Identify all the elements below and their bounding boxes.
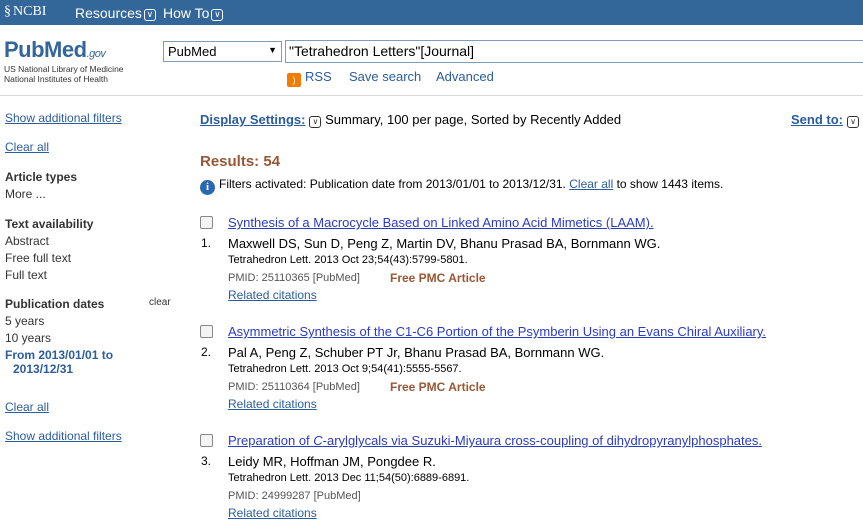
nlm-caption: US National Library of Medicine National…: [4, 64, 124, 84]
filter-5-years[interactable]: 5 years: [5, 314, 44, 328]
display-settings[interactable]: Display Settings: ∨ Summary, 100 per page…: [200, 112, 621, 128]
filter-abstract[interactable]: Abstract: [5, 234, 49, 248]
free-pmc-article-link[interactable]: Free PMC Article: [390, 380, 486, 394]
show-additional-filters-link[interactable]: Show additional filters: [5, 111, 122, 125]
result-authors: Leidy MR, Hoffman JM, Pongdee R.: [228, 454, 436, 469]
result-number: 3.: [201, 454, 212, 468]
chevron-down-icon: ∨: [211, 9, 224, 21]
result-checkbox[interactable]: [200, 216, 213, 229]
dropdown-arrow-icon: ▼: [268, 45, 277, 55]
ncbi-logo-text: NCBI: [13, 4, 47, 19]
howto-label: How To: [163, 5, 210, 21]
filter-date-range-selected[interactable]: From 2013/01/01 to 2013/12/31: [5, 348, 113, 376]
advanced-search-link[interactable]: Advanced: [436, 69, 494, 84]
filter-full-text[interactable]: Full text: [5, 268, 47, 282]
date-range-line-2: 2013/12/31: [13, 362, 74, 376]
result-title-link[interactable]: Synthesis of a Macrocycle Based on Linke…: [228, 215, 654, 230]
pubmed-header: PubMed.gov US National Library of Medici…: [0, 25, 863, 95]
free-pmc-article-link[interactable]: Free PMC Article: [390, 271, 486, 285]
related-citations-link[interactable]: Related citations: [228, 288, 317, 302]
save-search-link[interactable]: Save search: [349, 69, 421, 84]
result-authors: Maxwell DS, Sun D, Peng Z, Martin DV, Bh…: [228, 236, 661, 251]
results-count: Results: 54: [200, 153, 281, 170]
resources-label: Resources: [75, 5, 142, 21]
result-number: 2.: [201, 345, 212, 359]
date-range-line-1: From 2013/01/01 to: [5, 348, 114, 362]
pubmed-logo-text: PubMed: [4, 37, 87, 62]
chevron-down-icon: ∨: [847, 116, 859, 128]
nih-line-2: National Institutes of Health: [4, 74, 108, 84]
result-title-part: -arylglycals via Suzuki-Miyaura cross-co…: [322, 433, 762, 448]
header-divider: [0, 95, 863, 96]
display-settings-summary: Summary, 100 per page, Sorted by Recentl…: [325, 112, 622, 127]
result-authors: Pal A, Peng Z, Schuber PT Jr, Bhanu Pras…: [228, 345, 605, 360]
filters-message-text: Filters activated: Publication date from…: [219, 177, 566, 191]
rss-link[interactable]: ) RSS: [287, 69, 332, 87]
result-title-italic: C: [313, 433, 323, 448]
text-availability-heading: Text availability: [5, 217, 94, 231]
article-types-more-link[interactable]: More ...: [5, 187, 46, 201]
article-types-heading: Article types: [5, 170, 78, 184]
result-number: 1.: [201, 236, 212, 250]
publication-dates-clear-link[interactable]: clear: [149, 297, 171, 308]
pubmed-logo-gov: .gov: [86, 48, 106, 60]
filters-message-suffix: to show 1443 items.: [616, 177, 724, 191]
rss-icon: ): [287, 73, 301, 87]
result-pmid: PMID: 25110364 [PubMed]: [228, 381, 360, 393]
result-pmid: PMID: 24999287 [PubMed]: [228, 490, 361, 502]
search-input-value: "Tetrahedron Letters"[Journal]: [289, 43, 475, 59]
result-journal: Tetrahedron Lett. 2013 Oct 9;54(41):5555…: [228, 363, 462, 375]
result-title-link[interactable]: Preparation of C-arylglycals via Suzuki-…: [228, 433, 762, 448]
howto-menu[interactable]: How To ∨: [163, 5, 224, 21]
result-journal: Tetrahedron Lett. 2013 Dec 11;54(50):688…: [228, 472, 470, 484]
result-journal: Tetrahedron Lett. 2013 Oct 23;54(43):579…: [228, 254, 468, 266]
display-settings-label: Display Settings:: [200, 112, 306, 127]
ncbi-logo[interactable]: § NCBI: [4, 4, 46, 20]
chevron-down-icon: ∨: [143, 9, 156, 21]
send-to-menu[interactable]: Send to: ∨: [791, 112, 859, 128]
clear-all-link-bottom[interactable]: Clear all: [5, 400, 49, 414]
nlm-line-1: US National Library of Medicine: [4, 64, 124, 74]
filters-activated-message: i Filters activated: Publication date fro…: [200, 177, 723, 195]
related-citations-link[interactable]: Related citations: [228, 506, 317, 520]
pubmed-logo[interactable]: PubMed.gov: [4, 37, 106, 63]
result-checkbox[interactable]: [200, 325, 213, 338]
filter-free-full-text[interactable]: Free full text: [5, 251, 71, 265]
show-additional-filters-link-bottom[interactable]: Show additional filters: [5, 429, 122, 443]
send-to-label: Send to:: [791, 112, 843, 127]
resources-menu[interactable]: Resources ∨: [75, 5, 156, 21]
filter-10-years[interactable]: 10 years: [5, 331, 51, 345]
result-title-link[interactable]: Asymmetric Synthesis of the C1-C6 Portio…: [228, 324, 766, 339]
clear-all-link[interactable]: Clear all: [5, 140, 49, 154]
database-select[interactable]: PubMed ▼: [163, 41, 282, 62]
database-select-value: PubMed: [168, 44, 217, 59]
publication-dates-heading: Publication dates: [5, 297, 105, 311]
dna-helix-icon: §: [4, 4, 11, 19]
chevron-down-icon: ∨: [309, 116, 322, 128]
info-icon: i: [200, 180, 215, 195]
rss-label: RSS: [305, 69, 332, 84]
search-input[interactable]: "Tetrahedron Letters"[Journal]: [285, 40, 863, 63]
filters-clear-all-link[interactable]: Clear all: [569, 177, 613, 191]
result-checkbox[interactable]: [200, 434, 213, 447]
related-citations-link[interactable]: Related citations: [228, 397, 317, 411]
result-title-part: Preparation of: [228, 433, 314, 448]
ncbi-top-bar: § NCBI Resources ∨ How To ∨: [0, 0, 863, 25]
result-pmid: PMID: 25110365 [PubMed]: [228, 272, 360, 284]
